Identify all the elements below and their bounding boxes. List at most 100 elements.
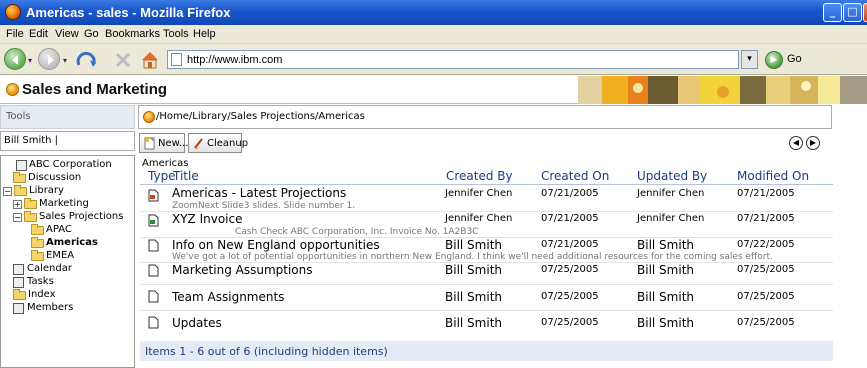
breadcrumb: /Home/Library/Sales Projections/Americas bbox=[138, 105, 832, 129]
tree-item-apac[interactable]: APAC bbox=[31, 224, 131, 237]
row-created-on: 07/25/2005 bbox=[541, 264, 599, 275]
row-divider bbox=[140, 211, 833, 212]
stop-icon[interactable] bbox=[113, 50, 133, 70]
user-box: Bill Smith | bbox=[0, 131, 135, 151]
folder-icon bbox=[13, 172, 26, 183]
menu-edit[interactable]: Edit bbox=[29, 28, 48, 40]
go-label: Go bbox=[787, 53, 802, 65]
window-titlebar: Americas - sales - Mozilla Firefox _ □ X bbox=[0, 0, 867, 25]
row-title[interactable]: XYZ Invoice bbox=[172, 212, 243, 226]
menu-bar: File Edit View Go Bookmarks Tools Help bbox=[0, 25, 867, 44]
tree-item-emea[interactable]: EMEA bbox=[31, 250, 131, 263]
row-updated-by: Bill Smith bbox=[637, 263, 694, 277]
folder-name: Americas bbox=[142, 158, 189, 169]
back-history-chevron-down-icon[interactable]: ▾ bbox=[28, 56, 32, 65]
app-title: Sales and Marketing bbox=[22, 81, 168, 98]
url-bar bbox=[167, 50, 739, 69]
tree-item-members[interactable]: Members bbox=[13, 302, 131, 315]
folder-icon bbox=[31, 237, 44, 248]
tree-item-marketing[interactable]: + Marketing bbox=[13, 198, 133, 211]
members-icon bbox=[13, 303, 24, 314]
row-title[interactable]: Marketing Assumptions bbox=[172, 263, 312, 277]
menu-help[interactable]: Help bbox=[193, 28, 216, 40]
cleanup-button[interactable]: Cleanup bbox=[188, 133, 248, 153]
collapse-icon[interactable]: − bbox=[13, 213, 22, 222]
document-icon bbox=[148, 290, 159, 303]
tree-item-discussion[interactable]: Discussion bbox=[13, 172, 131, 185]
folder-open-icon bbox=[14, 185, 27, 196]
tasks-icon bbox=[13, 277, 24, 288]
go-button[interactable]: ▶ Go bbox=[765, 50, 809, 70]
menu-tools[interactable]: Tools bbox=[163, 28, 189, 40]
tree-item-americas[interactable]: Americas bbox=[31, 237, 131, 250]
previous-page-icon[interactable]: ◀ bbox=[789, 136, 803, 150]
column-header-updated-by[interactable]: Updated By bbox=[637, 169, 707, 184]
row-title[interactable]: Team Assignments bbox=[172, 290, 284, 304]
row-created-by: Bill Smith bbox=[445, 263, 502, 277]
user-name[interactable]: Bill Smith | bbox=[4, 135, 58, 146]
folder-open-icon bbox=[24, 211, 37, 222]
column-header-created-by[interactable]: Created By bbox=[446, 169, 513, 184]
row-modified-on: 07/25/2005 bbox=[737, 264, 795, 275]
row-title[interactable]: Info on New England opportunities bbox=[172, 238, 380, 252]
menu-view[interactable]: View bbox=[55, 28, 79, 40]
url-dropdown-chevron-down-icon[interactable]: ▾ bbox=[741, 50, 758, 69]
row-updated-by: Jennifer Chen bbox=[637, 213, 705, 224]
maximize-button[interactable]: □ bbox=[843, 3, 862, 22]
row-created-on: 07/25/2005 bbox=[541, 291, 599, 302]
tools-label: Tools bbox=[6, 111, 31, 122]
presentation-document-icon bbox=[148, 189, 159, 202]
tree-item-sales-projections[interactable]: − Sales Projections bbox=[13, 211, 135, 224]
row-updated-by: Bill Smith bbox=[637, 238, 694, 252]
home-icon[interactable] bbox=[139, 49, 161, 71]
tree-item-calendar[interactable]: Calendar bbox=[13, 263, 131, 276]
go-arrow-icon: ▶ bbox=[765, 51, 783, 69]
document-icon bbox=[148, 316, 159, 329]
column-header-created-on[interactable]: Created On bbox=[541, 169, 609, 184]
close-window-button[interactable]: X bbox=[863, 3, 867, 22]
new-document-icon bbox=[144, 137, 155, 150]
menu-bookmarks[interactable]: Bookmarks bbox=[105, 28, 160, 40]
row-updated-by: Jennifer Chen bbox=[637, 188, 705, 199]
menu-file[interactable]: File bbox=[6, 28, 24, 40]
next-page-icon[interactable]: ▶ bbox=[806, 136, 820, 150]
minimize-button[interactable]: _ bbox=[823, 3, 842, 22]
home-logo-icon bbox=[143, 111, 155, 123]
row-title[interactable]: Updates bbox=[172, 316, 222, 330]
row-divider bbox=[140, 284, 833, 285]
row-created-by: Jennifer Chen bbox=[445, 213, 513, 224]
folder-icon bbox=[13, 289, 26, 300]
window-title: Americas - sales - Mozilla Firefox bbox=[26, 5, 231, 20]
column-header-title[interactable]: Title bbox=[173, 169, 199, 184]
column-header-modified-on[interactable]: Modified On bbox=[737, 169, 809, 184]
column-header-type[interactable]: Type bbox=[148, 169, 176, 184]
tree-item-abc-corporation[interactable]: ABC Corporation bbox=[16, 159, 134, 172]
back-button[interactable] bbox=[4, 48, 26, 70]
forward-button[interactable] bbox=[38, 48, 60, 70]
new-label: New... bbox=[158, 138, 189, 149]
spreadsheet-document-icon bbox=[148, 214, 159, 227]
organization-icon bbox=[16, 160, 27, 171]
navigation-toolbar: ▾ ▾ ▾ ▶ Go bbox=[0, 44, 867, 75]
tree-item-tasks[interactable]: Tasks bbox=[13, 276, 131, 289]
tree-item-index[interactable]: Index bbox=[13, 289, 131, 302]
collapse-icon[interactable]: − bbox=[3, 187, 12, 196]
menu-go[interactable]: Go bbox=[84, 28, 99, 40]
firefox-logo-icon bbox=[5, 4, 21, 20]
expand-icon[interactable]: + bbox=[13, 200, 22, 209]
new-button[interactable]: New... bbox=[139, 133, 189, 153]
row-modified-on: 07/25/2005 bbox=[737, 317, 795, 328]
reload-icon[interactable] bbox=[75, 49, 99, 71]
row-title[interactable]: Americas - Latest Projections bbox=[172, 186, 346, 200]
document-icon bbox=[148, 264, 159, 277]
folder-icon bbox=[31, 224, 44, 235]
row-modified-on: 07/22/2005 bbox=[737, 239, 795, 250]
url-input[interactable] bbox=[187, 52, 727, 67]
breadcrumb-path[interactable]: /Home/Library/Sales Projections/Americas bbox=[156, 111, 365, 122]
forward-history-chevron-down-icon[interactable]: ▾ bbox=[63, 56, 67, 65]
app-banner: Sales and Marketing bbox=[0, 76, 867, 104]
tree-item-library[interactable]: − Library bbox=[3, 185, 133, 198]
tools-header[interactable]: Tools bbox=[0, 105, 135, 129]
folder-icon bbox=[31, 250, 44, 261]
document-icon bbox=[148, 239, 159, 252]
